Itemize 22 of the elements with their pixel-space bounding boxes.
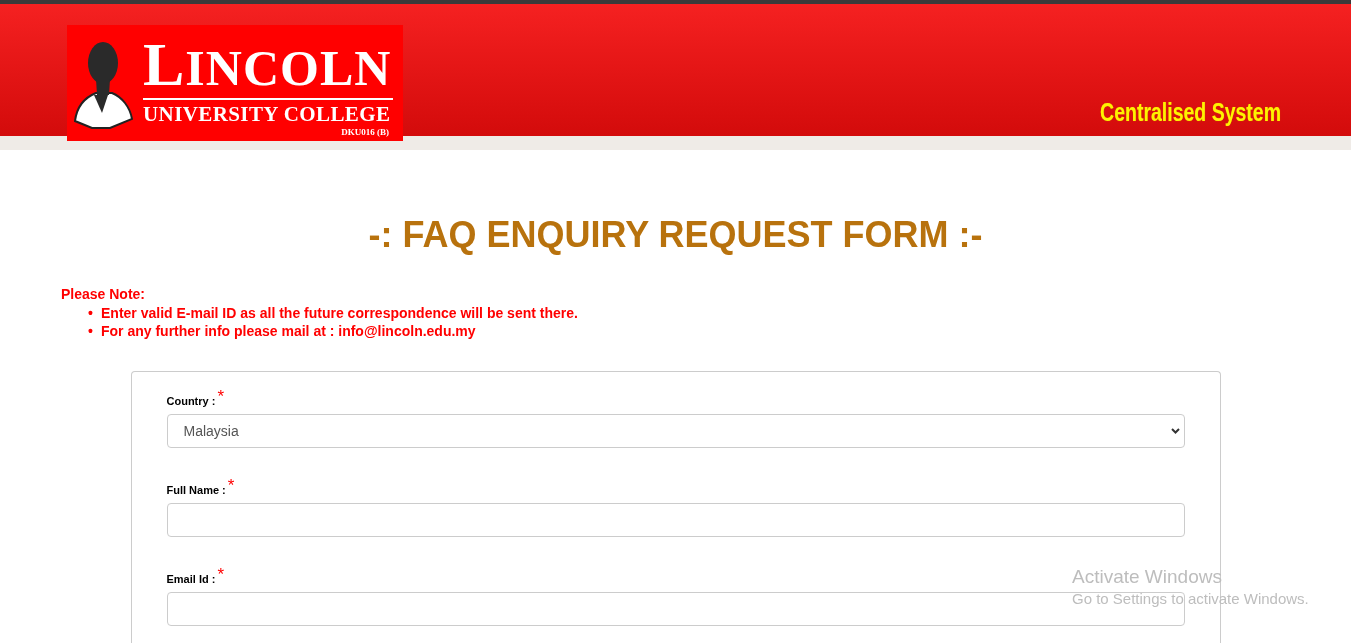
system-name: Centralised System <box>1100 99 1281 126</box>
field-label: Email Id : <box>166 572 216 587</box>
input-field[interactable] <box>166 503 1185 537</box>
field-label: Full Name : <box>166 483 226 498</box>
note-text: Enter valid E-mail ID as all the future correspondence will be sent there. <box>101 304 578 322</box>
activation-notice-title: Activate Windows <box>1072 565 1222 588</box>
note-text: For any further info please mail at : info@lincoln.edu.my <box>101 322 476 340</box>
list-bullet: • <box>88 304 94 322</box>
required-asterisk: * <box>217 569 225 581</box>
country-dropdown[interactable]: Malaysia <box>166 414 1185 448</box>
required-asterisk: * <box>227 480 235 492</box>
required-asterisk: * <box>217 391 224 403</box>
field-label: Country : <box>166 394 216 409</box>
registration-code: DKU016 (B) <box>341 127 389 137</box>
input-field[interactable] <box>166 592 1185 626</box>
note-heading: Please Note: <box>61 285 146 303</box>
form-title: -: FAQ ENQUIRY REQUEST FORM :- <box>367 214 984 256</box>
activation-notice-text: Go to Settings to activate Windows. <box>1072 590 1309 608</box>
chevron-down-icon <box>1170 428 1180 434</box>
college-subtitle: UNIVERSITY COLLEGE <box>143 105 391 124</box>
list-bullet: • <box>88 322 94 340</box>
college-name: LINCOLN <box>143 41 392 91</box>
